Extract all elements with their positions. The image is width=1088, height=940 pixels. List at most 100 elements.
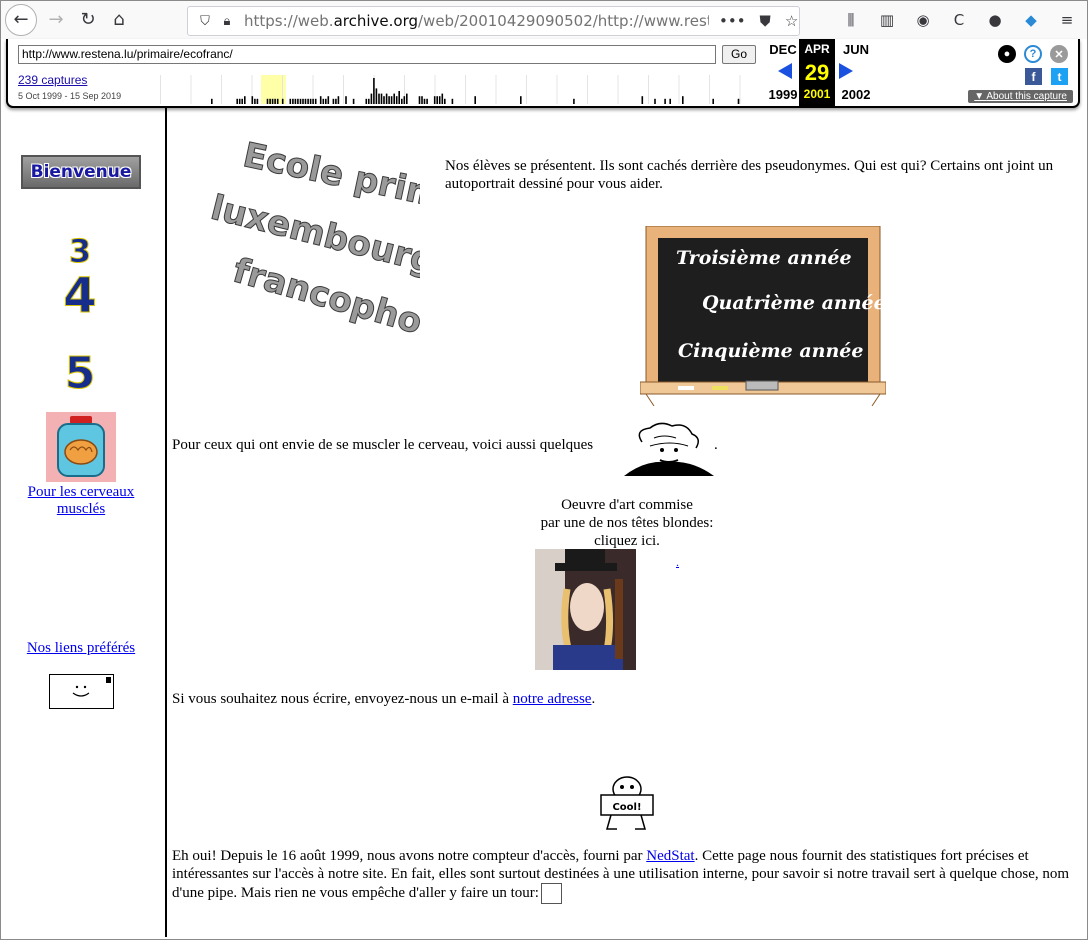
capture-bar [327, 96, 330, 104]
extension-3-icon[interactable]: ◆ [1019, 5, 1043, 35]
board-year-3[interactable]: Troisième année [676, 247, 852, 269]
smiley-image[interactable] [49, 674, 114, 709]
capture-bar [441, 93, 444, 104]
reload-icon[interactable]: ↻ [73, 5, 103, 35]
more-actions-icon[interactable]: ••• [719, 12, 746, 30]
capture-bar [380, 93, 383, 104]
capture-bar [418, 96, 421, 104]
back-arrow-icon[interactable]: ← [5, 4, 37, 36]
capture-bar [641, 96, 644, 104]
capture-bar [401, 98, 403, 104]
capture-bar [388, 96, 390, 104]
extension-2-icon[interactable]: ● [983, 5, 1007, 35]
counter-text: Eh oui! Depuis le 16 août 1999, nous avo… [172, 847, 1076, 904]
captures-link[interactable]: 239 captures [18, 73, 87, 87]
capture-bar [297, 98, 299, 104]
liens-link[interactable]: Nos liens préférés [16, 640, 146, 657]
capture-bar [322, 98, 325, 104]
capture-bar [451, 98, 454, 104]
art-dot-link[interactable]: . [676, 553, 679, 571]
bienvenue-banner[interactable]: Bienvenue [21, 155, 141, 189]
capture-bar [337, 96, 340, 104]
address-bar[interactable]: ⛉ 🔒︎ https://web.archive.org/web/2001042… [187, 6, 800, 36]
capture-bar [254, 98, 256, 104]
capture-bar [319, 96, 322, 104]
self-portrait-image[interactable] [535, 549, 636, 670]
extension-icon[interactable]: C [947, 5, 971, 35]
capture-bar [474, 96, 476, 104]
blackboard-image[interactable]: Troisième année Quatrième année Cinquièm… [639, 225, 887, 407]
next-capture-arrow-icon[interactable] [839, 63, 853, 79]
year-4-link[interactable]: 4 [58, 268, 102, 325]
home-icon[interactable]: ⌂ [104, 5, 134, 35]
prev-capture-arrow-icon[interactable] [778, 63, 792, 79]
counter-image[interactable] [540, 883, 562, 904]
about-capture-link[interactable]: ▼ About this capture [968, 90, 1073, 103]
capture-bar [393, 93, 395, 104]
capture-bar [383, 96, 385, 104]
url-text[interactable]: https://web.archive.org/web/200104290905… [244, 12, 709, 30]
capture-bar [390, 96, 393, 104]
capture-bar [378, 93, 380, 104]
capture-bar [520, 96, 522, 104]
capture-bar [573, 98, 575, 104]
capture-bar [236, 98, 238, 104]
capture-bar [332, 98, 335, 104]
year-5-link[interactable]: 5 [58, 348, 102, 400]
capture-bar [395, 96, 398, 104]
bookmark-star-icon[interactable]: ☆ [785, 12, 798, 30]
nedstat-link[interactable]: NedStat [646, 848, 694, 864]
user-icon[interactable]: ● [998, 45, 1016, 63]
capture-bar [304, 98, 307, 104]
brain-jar-image[interactable] [46, 412, 116, 482]
capture-bar [352, 98, 355, 104]
capture-bar [375, 88, 378, 104]
board-year-5[interactable]: Cinquième année [678, 340, 863, 362]
lock-icon[interactable]: 🔒︎ [216, 14, 238, 29]
current-capture-date: APR 29 2001 [799, 39, 835, 106]
capture-bar [299, 98, 302, 104]
cool-character-image: Cool! [595, 775, 659, 831]
capture-bar [345, 96, 347, 104]
menu-icon[interactable]: ≡ [1055, 5, 1079, 35]
forward-arrow-icon[interactable]: → [41, 5, 71, 35]
capture-bar [325, 98, 327, 104]
capture-bar [309, 98, 312, 104]
capture-bar [238, 98, 241, 104]
muscle-dot-link[interactable]: . [714, 436, 718, 454]
sidebar-icon[interactable]: ▥ [875, 5, 899, 35]
capture-bar [370, 93, 373, 104]
year-3-link[interactable]: 3 [60, 232, 100, 271]
pocket-icon[interactable]: ⛊ [760, 12, 771, 30]
cerveaux-link[interactable]: Pour les cerveaux musclés [16, 484, 146, 518]
capture-bar [423, 98, 426, 104]
capture-bar [302, 98, 304, 104]
close-icon[interactable]: ✕ [1050, 45, 1068, 63]
email-link[interactable]: notre adresse [513, 691, 592, 707]
help-icon[interactable]: ? [1024, 45, 1042, 63]
wayback-url-input[interactable]: http://www.restena.lu/primaire/ecofranc/ [18, 45, 716, 64]
account-icon[interactable]: ◉ [911, 5, 935, 35]
capture-bar [271, 98, 274, 104]
capture-bar [737, 98, 740, 104]
board-year-4[interactable]: Quatrième année [702, 292, 886, 314]
capture-bar [444, 98, 446, 104]
capture-bar [436, 96, 438, 104]
wayback-toolbar: http://www.restena.lu/primaire/ecofranc/… [6, 39, 1080, 108]
go-button[interactable]: Go [722, 45, 756, 64]
facebook-icon[interactable]: f [1025, 68, 1042, 85]
intro-text: Nos élèves se présentent. Ils sont caché… [445, 158, 1054, 192]
library-icon[interactable]: ⫼ [839, 5, 863, 35]
school-title-image: Ecole primaire luxembourgeoise francopho… [200, 125, 538, 356]
capture-bar [294, 98, 297, 104]
shield-icon[interactable]: ⛉ [194, 14, 216, 29]
twitter-icon[interactable]: t [1051, 68, 1068, 85]
mail-text: Si vous souhaitez nous écrire, envoyez-n… [172, 691, 596, 707]
capture-bar [682, 96, 684, 104]
capture-bar [669, 98, 671, 104]
capture-bar [251, 96, 254, 104]
capture-bar [312, 98, 314, 104]
capture-sparkline[interactable] [130, 75, 758, 104]
capture-bar [403, 96, 406, 104]
einstein-image[interactable] [624, 422, 714, 476]
